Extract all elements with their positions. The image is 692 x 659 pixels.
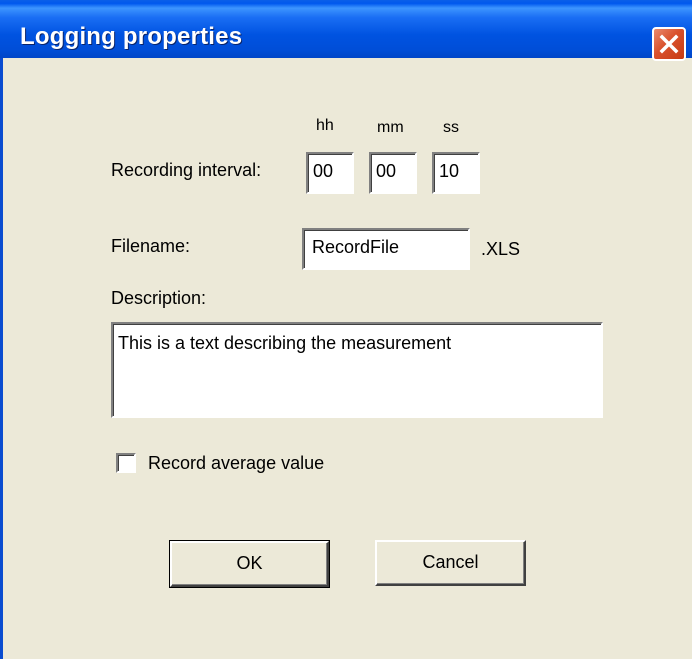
logging-properties-dialog: Logging properties hh mm ss Recording in…: [0, 0, 692, 659]
cancel-button[interactable]: Cancel: [375, 540, 526, 586]
recording-interval-label: Recording interval:: [111, 160, 262, 180]
minutes-unit-label: mm: [377, 119, 404, 136]
window-title: Logging properties: [20, 23, 243, 50]
minutes-input[interactable]: 00: [369, 152, 417, 194]
seconds-input[interactable]: 10: [432, 152, 480, 194]
filename-label: Filename:: [111, 236, 191, 256]
window-frame-left: [0, 58, 3, 659]
description-textarea[interactable]: This is a text describing the measuremen…: [111, 322, 603, 418]
title-bar[interactable]: Logging properties: [0, 0, 692, 61]
record-average-checkbox[interactable]: [116, 453, 136, 473]
ok-button[interactable]: OK: [169, 540, 330, 588]
filename-input[interactable]: RecordFile: [302, 228, 470, 270]
filename-extension: .XLS: [481, 239, 521, 259]
record-average-label[interactable]: Record average value: [148, 453, 324, 473]
hours-input[interactable]: 00: [306, 152, 354, 194]
close-button[interactable]: [652, 27, 686, 61]
close-icon: [659, 34, 679, 54]
seconds-unit-label: ss: [443, 119, 459, 136]
description-label: Description:: [111, 288, 207, 308]
hours-unit-label: hh: [316, 117, 334, 134]
